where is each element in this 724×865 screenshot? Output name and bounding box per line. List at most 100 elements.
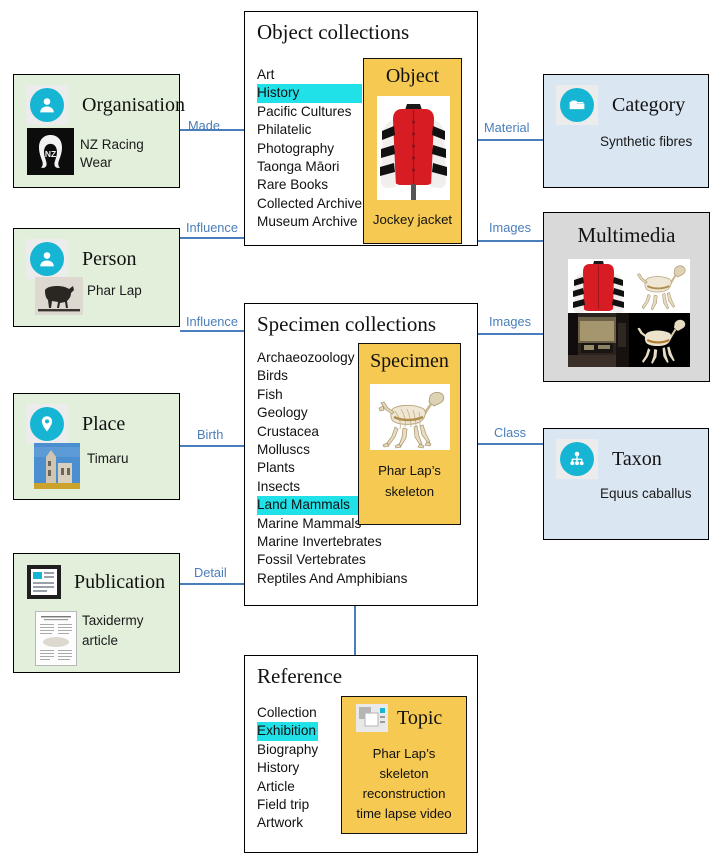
entity-place[interactable]: Place Timaru	[13, 393, 180, 500]
entity-person[interactable]: Person Phar Lap	[13, 228, 180, 327]
card-topic-caption-line3: reconstruction	[362, 786, 446, 801]
connector-label-class: Class	[494, 425, 526, 440]
person-circle-icon	[26, 239, 68, 279]
entity-taxon[interactable]: Taxon Equus caballus	[543, 428, 709, 540]
map-pin-circle-icon	[26, 404, 68, 444]
category-header: Category	[556, 85, 685, 125]
svg-text:NZ: NZ	[45, 149, 56, 159]
connector-detail	[180, 583, 244, 585]
entity-category[interactable]: Category Synthetic fibres	[543, 74, 709, 188]
organisation-title: Organisation	[82, 94, 185, 116]
connector-influence-specimen	[180, 330, 244, 332]
multimedia-title: Multimedia	[577, 223, 676, 247]
article-icon	[355, 703, 389, 733]
publication-title: Publication	[74, 571, 166, 593]
place-value: Timaru	[87, 451, 129, 466]
person-header: Person	[26, 239, 136, 279]
connector-material	[478, 139, 543, 141]
category-title: Category	[612, 94, 686, 116]
taxon-value: Equus caballus	[600, 486, 692, 501]
connector-class	[478, 443, 543, 445]
card-topic-caption-line2: skeleton	[379, 766, 429, 781]
reference-list[interactable]: Collection Exhibition Biography History …	[257, 704, 319, 833]
card-object-title: Object	[385, 65, 440, 87]
person-circle-icon	[26, 85, 68, 125]
connector-label-influence-object: Influence	[186, 220, 238, 235]
card-object[interactable]: Object Jockey jacket	[363, 58, 462, 244]
connector-label-made: Made	[188, 118, 221, 133]
list-item[interactable]: History	[257, 759, 318, 777]
list-item[interactable]: Art	[257, 66, 362, 84]
list-item[interactable]: Biography	[257, 741, 318, 759]
list-item[interactable]: Pacific Cultures	[257, 103, 362, 121]
taxonomy-tree-circle-icon	[556, 439, 598, 479]
card-object-caption: Jockey jacket	[372, 212, 453, 227]
list-item[interactable]: Photography	[257, 140, 362, 158]
list-item[interactable]: Collection	[257, 704, 318, 722]
publication-value-line2: article	[82, 633, 119, 648]
organisation-header: Organisation	[26, 85, 185, 125]
nz-racing-wear-horseshoe-logo: NZ	[27, 128, 74, 175]
object-collections-list[interactable]: Art History Pacific Cultures Philatelic …	[257, 66, 363, 232]
skeleton-drawing	[629, 259, 690, 313]
entity-publication[interactable]: Publication Taxidermy article	[13, 553, 180, 673]
jockey-jacket-photo	[377, 96, 450, 200]
connector-label-birth: Birth	[197, 427, 224, 442]
publication-value-line1: Taxidermy	[82, 613, 144, 628]
organisation-value: NZ Racing Wear	[80, 137, 144, 171]
category-value: Synthetic fibres	[600, 134, 693, 149]
list-item[interactable]: Philatelic	[257, 121, 362, 139]
taxidermy-article-page	[35, 611, 77, 666]
panel-specimen-collections[interactable]: Specimen collections Archaeozoology Bird…	[244, 303, 478, 606]
reference-title: Reference	[257, 664, 343, 688]
connector-influence-object	[180, 237, 244, 239]
timaru-building-photo	[34, 443, 80, 489]
list-item[interactable]: History	[257, 84, 363, 103]
card-topic-caption-line4: time lapse video	[356, 806, 452, 821]
multimedia-thumbnail-grid	[568, 259, 690, 367]
panel-reference[interactable]: Reference Collection Exhibition Biograph…	[244, 655, 478, 853]
skeleton-on-black-photo	[629, 313, 690, 367]
connector-label-images-specimen: Images	[489, 314, 531, 329]
connector-birth	[180, 445, 244, 447]
list-item[interactable]: Field trip	[257, 796, 318, 814]
connector-images-object	[478, 240, 543, 242]
taxon-header: Taxon	[556, 439, 662, 479]
list-item[interactable]: Article	[257, 778, 318, 796]
list-item[interactable]: Artwork	[257, 814, 318, 832]
panel-object-collections[interactable]: Object collections Art History Pacific C…	[244, 11, 478, 246]
list-item[interactable]: Taonga Māori	[257, 158, 362, 176]
connector-images-specimen	[478, 333, 543, 335]
list-item[interactable]: Museum Archive	[257, 213, 362, 231]
list-item[interactable]: Fossil Vertebrates	[257, 551, 407, 569]
card-topic[interactable]: Topic Phar Lap’s skeleton reconstruction…	[341, 696, 467, 834]
taxon-title: Taxon	[612, 448, 662, 470]
card-topic-title: Topic	[397, 707, 443, 729]
person-value: Phar Lap	[87, 283, 142, 298]
phar-lap-horse-photo	[35, 277, 83, 315]
connector-label-influence-specimen: Influence	[186, 314, 238, 329]
object-collections-title: Object collections	[257, 20, 410, 44]
article-icon	[26, 564, 62, 600]
connector-label-detail: Detail	[194, 565, 227, 580]
card-specimen-caption-line1: Phar Lap’s	[378, 463, 441, 478]
entity-organisation[interactable]: Organisation NZ NZ Racing Wear	[13, 74, 185, 188]
place-header: Place	[26, 404, 125, 444]
entity-multimedia[interactable]: Multimedia	[543, 212, 710, 382]
publication-header: Publication	[26, 564, 165, 600]
person-title: Person	[82, 248, 137, 270]
connector-label-images-object: Images	[489, 220, 531, 235]
list-item[interactable]: Reptiles And Amphibians	[257, 570, 407, 588]
museum-gallery-photo	[568, 313, 629, 367]
list-item[interactable]: Marine Invertebrates	[257, 533, 407, 551]
card-specimen-title: Specimen	[370, 350, 449, 372]
card-specimen[interactable]: Specimen Phar Lap’s skeleton	[358, 343, 461, 525]
topic-header: Topic	[355, 703, 442, 733]
list-item[interactable]: Collected Archive	[257, 195, 362, 213]
jockey-jacket-photo	[568, 259, 629, 313]
folder-circle-icon	[556, 85, 598, 125]
skeleton-drawing	[370, 384, 450, 450]
list-item[interactable]: Rare Books	[257, 176, 362, 194]
list-item[interactable]: Exhibition	[257, 722, 319, 741]
connector-label-material: Material	[484, 120, 530, 135]
